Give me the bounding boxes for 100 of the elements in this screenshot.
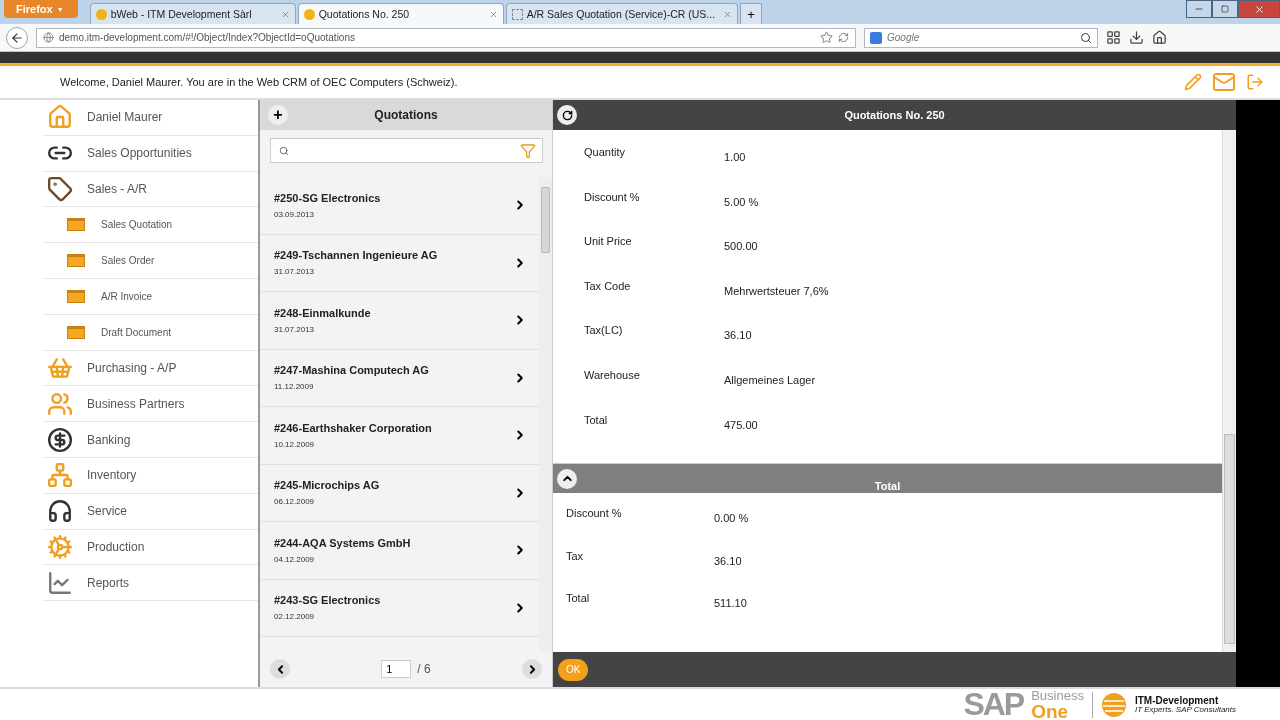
sidebar-item[interactable]: Sales - A/R bbox=[43, 171, 258, 208]
sidebar-item[interactable]: Sales Opportunities bbox=[43, 135, 258, 172]
field-value: 5.00 % bbox=[724, 195, 760, 208]
reload-icon[interactable] bbox=[838, 32, 849, 43]
address-field[interactable]: demo.itm-development.com/#!/Object/Index?ObjectId=oQuotations bbox=[36, 27, 856, 48]
logo-tagline: IT Experts. SAP Consultants bbox=[1134, 705, 1236, 715]
maximize-icon bbox=[1221, 5, 1229, 13]
row-date: 02.12.2009 bbox=[274, 612, 316, 622]
browser-tab[interactable]: Quotations No. 250 bbox=[297, 3, 504, 24]
back-button[interactable] bbox=[6, 26, 28, 49]
folder-icon bbox=[67, 289, 85, 303]
row-title: #247-Mashina Computech AG bbox=[274, 364, 430, 377]
field-label: Discount % bbox=[566, 507, 623, 519]
row-date: 06.12.2009 bbox=[274, 497, 316, 507]
previous-page-button[interactable] bbox=[270, 659, 290, 679]
field-value: Allgemeines Lager bbox=[724, 373, 817, 386]
sidebar-subitem[interactable]: A/R Invoice bbox=[43, 279, 258, 315]
logo-text: ITM-Development bbox=[1134, 694, 1220, 706]
sidebar-item[interactable]: Purchasing - A/P bbox=[43, 350, 258, 387]
line-chart-icon bbox=[47, 569, 73, 596]
sidebar-subitem[interactable]: Draft Document bbox=[43, 314, 258, 351]
row-title: #244-AQA Systems GmbH bbox=[274, 536, 412, 549]
sidebar-item[interactable]: Production bbox=[43, 529, 258, 566]
collapse-button[interactable] bbox=[557, 468, 577, 489]
folder-icon bbox=[67, 254, 85, 268]
field-value: 500.00 bbox=[724, 240, 759, 253]
refresh-button[interactable] bbox=[557, 105, 577, 125]
field-value: 36.10 bbox=[714, 554, 743, 567]
sidebar-item[interactable]: Banking bbox=[43, 422, 258, 458]
star-icon[interactable] bbox=[820, 31, 833, 44]
download-icon[interactable] bbox=[1129, 30, 1144, 45]
folder-icon bbox=[67, 218, 85, 232]
field-value: 475.00 bbox=[724, 418, 759, 431]
page-count: / 6 bbox=[417, 662, 431, 676]
row-date: 31.07.2013 bbox=[274, 324, 316, 334]
logout-icon[interactable] bbox=[1246, 73, 1264, 91]
refresh-icon bbox=[561, 109, 573, 121]
row-date: 04.12.2009 bbox=[274, 554, 316, 564]
page-field[interactable]: 1 bbox=[381, 660, 412, 678]
filter-icon[interactable] bbox=[520, 142, 536, 159]
row-date: 03.09.2013 bbox=[274, 209, 316, 219]
money-icon bbox=[47, 426, 73, 453]
close-icon[interactable] bbox=[280, 9, 290, 19]
row-title: #243-SG Electronics bbox=[274, 594, 382, 607]
field-value: 36.10 bbox=[724, 329, 753, 342]
pencil-icon[interactable] bbox=[1184, 73, 1202, 91]
scrollbar[interactable] bbox=[539, 177, 552, 651]
field-value: 511.10 bbox=[714, 597, 748, 609]
field-label: Quantity bbox=[584, 146, 626, 158]
bookmarks-icon[interactable] bbox=[1106, 30, 1121, 45]
search-icon bbox=[1080, 31, 1092, 44]
row-date: 11.12.2009 bbox=[274, 382, 315, 392]
maximize-button[interactable] bbox=[1212, 0, 1238, 18]
sap-logo-text: SAP bbox=[963, 686, 1024, 720]
section-title: Total bbox=[873, 478, 902, 492]
field-value: 1.00 bbox=[724, 151, 747, 163]
browser-tab[interactable]: A/R Sales Quotation (Service)-CR (US... bbox=[505, 3, 739, 24]
mail-icon[interactable] bbox=[1212, 70, 1236, 94]
field-label: Tax(LC) bbox=[584, 324, 624, 337]
field-value: Mehrwertsteuer 7,6% bbox=[724, 284, 830, 297]
back-arrow-icon bbox=[10, 30, 24, 45]
favicon-icon bbox=[95, 8, 107, 20]
add-button[interactable]: + bbox=[268, 105, 288, 125]
headset-icon bbox=[47, 498, 73, 525]
people-icon bbox=[47, 390, 73, 417]
row-title: #246-Earthshaker Corporation bbox=[274, 421, 433, 434]
sidebar-item[interactable]: Daniel Maurer bbox=[43, 100, 258, 136]
hierarchy-icon bbox=[47, 462, 73, 489]
new-tab-button[interactable]: + bbox=[740, 3, 763, 24]
close-icon[interactable] bbox=[488, 9, 498, 19]
field-label: Total bbox=[566, 592, 591, 604]
sidebar-item[interactable]: Inventory bbox=[43, 457, 258, 494]
field-label: Discount % bbox=[584, 190, 641, 203]
panel-title: Quotations No. 250 bbox=[843, 109, 946, 121]
row-title: #248-Einmalkunde bbox=[274, 306, 372, 319]
field-label: Warehouse bbox=[584, 368, 641, 381]
minimize-button[interactable] bbox=[1186, 0, 1212, 18]
folder-icon bbox=[67, 325, 85, 339]
sidebar-item[interactable]: Reports bbox=[43, 565, 258, 602]
field-label: Tax bbox=[566, 549, 585, 562]
next-page-button[interactable] bbox=[522, 659, 542, 679]
sidebar-subitem[interactable]: Sales Quotation bbox=[43, 207, 258, 244]
row-title: #250-SG Electronics bbox=[274, 191, 382, 204]
globe-icon bbox=[43, 32, 54, 43]
panel-title: Quotations bbox=[373, 108, 439, 122]
search-field[interactable]: Google bbox=[864, 27, 1098, 48]
scrollbar[interactable] bbox=[1222, 130, 1236, 652]
gear-icon bbox=[47, 533, 73, 560]
row-title: #249-Tschannen Ingenieure AG bbox=[274, 249, 439, 262]
sidebar-item[interactable]: Business Partners bbox=[43, 386, 258, 423]
browser-tab[interactable]: bWeb - ITM Development Sàrl bbox=[89, 3, 296, 24]
close-icon[interactable] bbox=[723, 9, 733, 19]
close-icon bbox=[1253, 3, 1265, 15]
sidebar-subitem[interactable]: Sales Order bbox=[43, 243, 258, 279]
field-label: Unit Price bbox=[584, 235, 633, 248]
sidebar-item[interactable]: Service bbox=[43, 493, 258, 530]
search-field[interactable] bbox=[270, 138, 543, 163]
home-icon[interactable] bbox=[1152, 30, 1167, 45]
section-header[interactable]: Total bbox=[553, 463, 1222, 493]
welcome-text: Welcome, Daniel Maurer. You are in the Web CRM of OEC Computers (Schweiz). bbox=[60, 76, 459, 88]
